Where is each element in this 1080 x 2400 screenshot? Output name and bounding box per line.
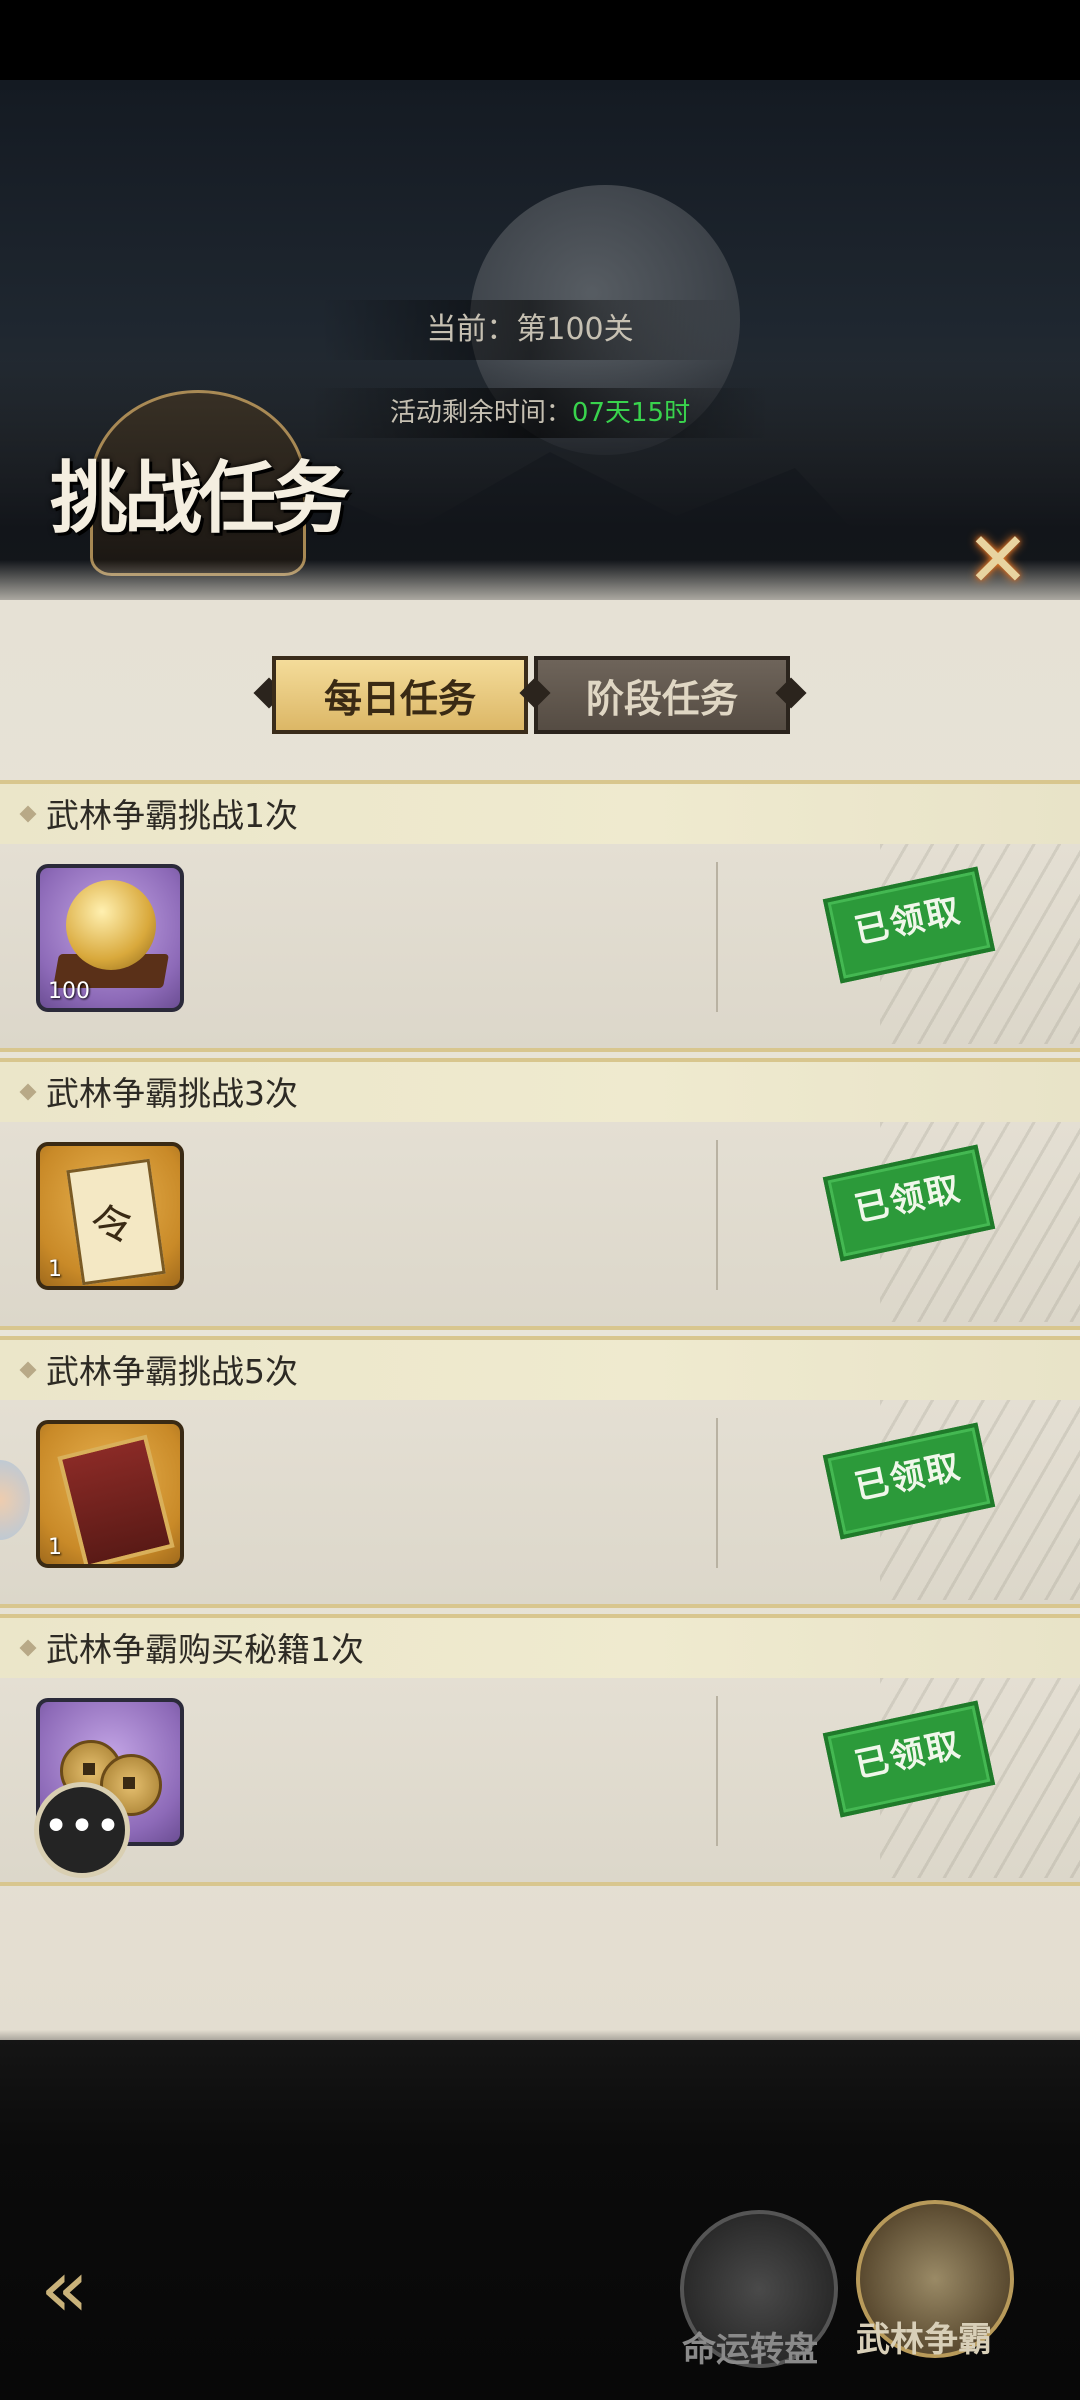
scroll-token-icon	[66, 1158, 166, 1286]
chat-button[interactable]: •••	[34, 1782, 130, 1878]
task-row: 武林争霸购买秘籍1次 已领取	[0, 1614, 1080, 1886]
current-stage-label: 当前：第100关	[320, 300, 740, 360]
divider	[716, 862, 718, 1012]
reward-count: 1	[48, 1535, 62, 1560]
divider	[716, 1696, 718, 1846]
status-bar	[0, 0, 1080, 80]
task-header: 武林争霸购买秘籍1次	[0, 1614, 1080, 1682]
page-title: 挑战任务	[50, 453, 350, 544]
tab-stage-tasks[interactable]: 阶段任务	[534, 656, 790, 734]
task-body: 1 已领取	[0, 1122, 1080, 1330]
task-header: 武林争霸挑战3次	[0, 1058, 1080, 1126]
reward-item[interactable]: 1	[36, 1420, 184, 1568]
task-title: 武林争霸挑战1次	[46, 796, 298, 835]
task-title: 武林争霸挑战3次	[46, 1074, 298, 1113]
reward-count: 1	[48, 1257, 62, 1282]
task-header: 武林争霸挑战5次	[0, 1336, 1080, 1404]
close-button[interactable]: ✕	[958, 520, 1038, 600]
task-body: 已领取	[0, 1678, 1080, 1886]
divider	[716, 1418, 718, 1568]
task-tabs: 每日任务 阶段任务	[253, 656, 807, 738]
task-row: 武林争霸挑战5次 1 已领取	[0, 1336, 1080, 1608]
red-plaque-icon	[57, 1434, 175, 1564]
task-row: 武林争霸挑战3次 1 已领取	[0, 1058, 1080, 1330]
bullet-icon	[19, 805, 37, 823]
golden-orb-icon	[66, 880, 156, 970]
fate-wheel-label: 命运转盘	[682, 2330, 818, 2370]
divider	[716, 1140, 718, 1290]
bullet-icon	[19, 1361, 37, 1379]
tab-daily-tasks[interactable]: 每日任务	[272, 656, 528, 734]
task-header: 武林争霸挑战1次	[0, 780, 1080, 848]
reward-item[interactable]: 1	[36, 1142, 184, 1290]
remaining-time-value: 07天15时	[571, 398, 691, 428]
martial-contest-label: 武林争霸	[856, 2320, 992, 2360]
task-body: 100 已领取	[0, 844, 1080, 1052]
back-button[interactable]: «	[40, 2244, 160, 2334]
task-title: 武林争霸挑战5次	[46, 1352, 298, 1391]
task-body: 1 已领取	[0, 1400, 1080, 1608]
reward-count: 100	[48, 979, 90, 1004]
task-title: 武林争霸购买秘籍1次	[46, 1630, 364, 1669]
remaining-time-label: 活动剩余时间：	[389, 398, 572, 428]
task-row: 武林争霸挑战1次 100 已领取	[0, 780, 1080, 1052]
reward-item[interactable]: 100	[36, 864, 184, 1012]
bullet-icon	[19, 1639, 37, 1657]
bullet-icon	[19, 1083, 37, 1101]
